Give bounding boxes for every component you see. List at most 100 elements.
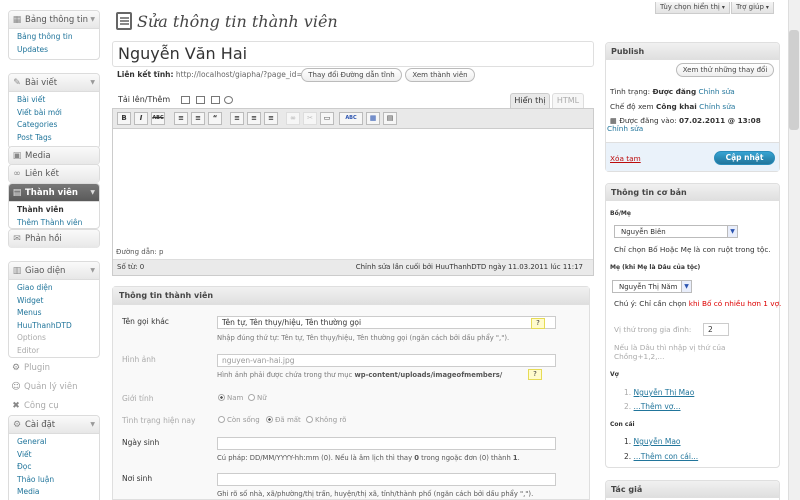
content-editor[interactable] [112,108,594,276]
menu-settings-header[interactable]: ⚙ Cài đặt ▼ [9,416,99,434]
member-info-header[interactable]: Thông tin thành viên [113,287,589,305]
strikethrough-button[interactable]: ABC [151,112,165,125]
blockquote-button[interactable]: “ [208,112,222,125]
spellcheck-button[interactable]: ABC [339,112,363,125]
trash-link[interactable]: Xóa tạm [610,154,641,163]
tab-visual[interactable]: Hiển thị [510,93,550,108]
update-button[interactable]: Cập nhật [714,151,775,165]
unlink-button[interactable]: ✂ [303,112,317,125]
sidebar-item-huuthanhdtd[interactable]: HuuThanhDTD [17,320,99,333]
basic-info-header[interactable]: Thông tin cơ bản [606,184,779,201]
status-deceased-radio[interactable]: Đã mất [266,416,301,424]
spouse-item[interactable]: 1. Nguyễn Thị Mao [624,388,694,397]
more-tag-button[interactable]: ▭ [320,112,334,125]
admin-sidebar: ▦ Bảng thông tin ▼ Bảng thông tin Updates … [8,10,100,500]
menu-links[interactable]: ∞ Liên kết [8,164,100,183]
sidebar-item-general[interactable]: General [17,436,99,449]
sidebar-item-writing[interactable]: Viết [17,449,99,462]
preview-changes-button[interactable]: Xem thử những thay đổi [676,63,774,77]
mother-select[interactable]: Nguyễn Thị Năm ▼ [612,280,692,293]
image-input[interactable]: nguyen-van-hai.jpg [217,354,556,367]
status-alive-radio[interactable]: Còn sống [218,416,260,424]
child-item[interactable]: 1. Nguyễn Mao [624,437,681,446]
menu-users[interactable]: ☺ Quản lý viên [8,378,100,397]
align-right-button[interactable]: ≡ [264,112,278,125]
sidebar-item-discussion[interactable]: Thảo luận [17,474,99,487]
menu-dashboard-header[interactable]: ▦ Bảng thông tin ▼ [9,11,99,29]
status-unknown-radio[interactable]: Không rõ [306,416,346,424]
alias-label: Tên gọi khác [122,317,169,326]
toggle-arrow-icon[interactable]: ▼ [90,184,95,202]
italic-button[interactable]: I [134,112,148,125]
screen-options-button[interactable]: Tùy chọn hiển thị ▾ [655,2,730,14]
sidebar-item-post-tags[interactable]: Post Tags [17,132,99,145]
edit-date-link[interactable]: Chỉnh sửa [607,124,643,133]
gender-female-radio[interactable]: Nữ [248,394,267,402]
post-title-input[interactable]: Nguyễn Văn Hai [112,41,594,67]
sidebar-item-categories[interactable]: Categories [17,119,99,132]
menu-plugins[interactable]: ⚙ Plugin [8,359,100,378]
sidebar-item-media-settings[interactable]: Media [17,486,99,499]
scrollbar-thumb[interactable] [789,30,799,130]
sidebar-item-options[interactable]: Options [17,332,99,345]
sidebar-item-reading[interactable]: Đọc [17,461,99,474]
menu-appearance-header[interactable]: ▥ Giao diện ▼ [9,262,99,280]
toggle-arrow-icon[interactable]: ▼ [90,74,95,92]
sidebar-item-members[interactable]: Thành viên [17,204,99,217]
gender-male-radio[interactable]: Nam [218,394,243,402]
birthday-hint: Cú pháp: DD/MM/YYYY-hh:mm (0). Nếu là âm… [217,454,520,462]
alias-input[interactable]: Tên tự, Tên thụy/hiệu, Tên thường gọi [217,316,556,329]
bullet-list-button[interactable]: ≡ [174,112,188,125]
permalink-url[interactable]: http://localhost/giapha/?page_id=6 [176,70,308,79]
order-input[interactable]: 2 [703,323,729,336]
menu-media[interactable]: ▣ Media [8,146,100,165]
toggle-arrow-icon[interactable]: ▼ [90,11,95,29]
sidebar-item-menus[interactable]: Menus [17,307,99,320]
author-header[interactable]: Tác giả [606,481,779,498]
help-icon[interactable]: ? [531,318,545,329]
align-left-button[interactable]: ≡ [230,112,244,125]
menu-members-header[interactable]: ▤ Thành viên ▼ [9,184,99,202]
sidebar-item-widgets[interactable]: Widget [17,295,99,308]
menu-appearance: ▥ Giao diện ▼ Giao diện Widget Menus HuuTh… [8,261,100,358]
bold-button[interactable]: B [117,112,131,125]
toggle-arrow-icon[interactable]: ▼ [90,262,95,280]
align-center-button[interactable]: ≡ [247,112,261,125]
add-spouse-link[interactable]: 2. ...Thêm vợ... [624,402,681,411]
editor-path: Đường dẫn: p [116,248,164,256]
parent-select[interactable]: Nguyễn Biên ▼ [614,225,738,238]
toggle-arrow-icon[interactable]: ▼ [90,416,95,434]
edit-visibility-link[interactable]: Chỉnh sửa [699,102,735,111]
numbered-list-button[interactable]: ≡ [191,112,205,125]
menu-comments[interactable]: ✉ Phản hồi [8,229,100,248]
comment-icon: ✉ [13,234,21,244]
fullscreen-button[interactable]: ▦ [366,112,380,125]
image-hint: Hình ảnh phải được chứa trong thư mục wp… [217,371,503,379]
add-video-icon[interactable] [196,96,205,104]
add-image-icon[interactable] [181,96,190,104]
sidebar-item-add-member[interactable]: Thêm Thành viên [17,217,99,230]
sidebar-item-editor[interactable]: Editor [17,345,99,358]
add-audio-icon[interactable] [211,96,220,104]
users-icon: ☺ [11,382,21,392]
sidebar-item-posts[interactable]: Bài viết [17,94,99,107]
change-permalink-button[interactable]: Thay đổi Đường dẫn tĩnh [301,68,402,82]
publish-header[interactable]: Publish [606,43,779,60]
sidebar-item-new-post[interactable]: Viết bài mới [17,107,99,120]
tab-html[interactable]: HTML [552,93,584,108]
edit-status-link[interactable]: Chỉnh sửa [699,87,735,96]
view-member-button[interactable]: Xem thành viên [405,68,475,82]
sidebar-item-themes[interactable]: Giao diện [17,282,99,295]
birthday-input[interactable] [217,437,556,450]
link-button[interactable]: ∞ [286,112,300,125]
help-icon[interactable]: ? [528,369,542,380]
add-child-link[interactable]: 2. ...Thêm con cái... [624,452,698,461]
sidebar-item-updates[interactable]: Updates [17,44,99,57]
kitchen-sink-button[interactable]: ▤ [383,112,397,125]
menu-tools[interactable]: ✖ Công cụ [8,397,100,416]
birthplace-input[interactable] [217,473,556,486]
add-media-icon[interactable] [224,96,233,104]
menu-posts-header[interactable]: ✎ Bài viết ▼ [9,74,99,92]
sidebar-item-dashboard[interactable]: Bảng thông tin [17,31,99,44]
help-button[interactable]: Trợ giúp ▾ [731,2,774,14]
